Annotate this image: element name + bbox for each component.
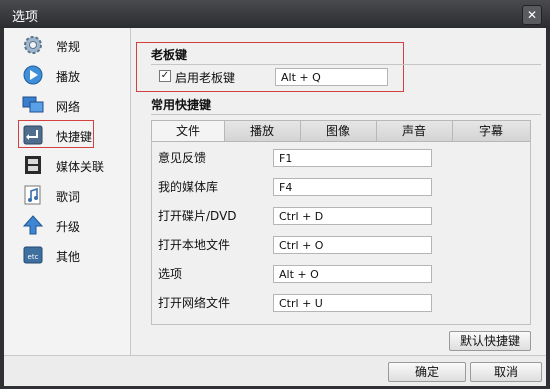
tab-sound[interactable]: 声音 [376, 121, 453, 141]
boss-key-checkbox-label: 启用老板键 [175, 71, 236, 85]
shortcut-field[interactable]: Ctrl + D [273, 207, 432, 225]
cancel-button[interactable]: 取消 [470, 362, 542, 382]
title-bar[interactable]: 选项 ✕ [0, 0, 550, 28]
sidebar-item-playback[interactable]: 播放 [20, 64, 124, 88]
options-window: 选项 ✕ 常规 播放 网络 快捷键 媒体关联 歌词 升级 etc 其他 老板键 … [0, 0, 550, 389]
network-icon [22, 96, 44, 113]
shortcut-field[interactable]: F4 [273, 178, 432, 196]
sidebar-item-lyrics[interactable]: 歌词 [20, 184, 124, 208]
shortcut-label: 打开碟片/DVD [158, 209, 237, 223]
shortcut-field[interactable]: Ctrl + U [273, 294, 432, 312]
sidebar-item-media-association[interactable]: 媒体关联 [20, 154, 124, 178]
sidebar-item-label: 网络 [56, 100, 81, 114]
shortcut-field[interactable]: Alt + O [273, 265, 432, 283]
gear-icon [24, 36, 42, 54]
shortcut-label: 打开本地文件 [158, 238, 231, 252]
boss-key-section-title: 老板键 [151, 48, 188, 62]
play-icon [23, 65, 43, 85]
file-shortcuts-panel: 意见反馈 F1 我的媒体库 F4 打开碟片/DVD Ctrl + D 打开本地文… [151, 141, 531, 325]
shortcut-label: 打开网络文件 [158, 296, 231, 310]
sidebar-item-label: 媒体关联 [56, 160, 105, 174]
dialog-body: 常规 播放 网络 快捷键 媒体关联 歌词 升级 etc 其他 老板键 ✓ 启用老… [4, 28, 546, 386]
boss-key-checkbox[interactable]: ✓ [159, 70, 171, 82]
default-shortcuts-button[interactable]: 默认快捷键 [449, 331, 531, 351]
ok-button[interactable]: 确定 [388, 362, 466, 382]
sidebar-item-label: 播放 [56, 70, 81, 84]
sidebar-item-upgrade[interactable]: 升级 [20, 214, 124, 238]
shortcut-settings-panel: 老板键 ✓ 启用老板键 Alt + Q 常用快捷键 文件 播放 图像 声音 字幕… [131, 28, 546, 355]
sidebar-item-label: 其他 [56, 250, 81, 264]
shortcut-label: 意见反馈 [158, 151, 207, 165]
shortcut-field[interactable]: Ctrl + O [273, 236, 432, 254]
lyrics-icon [24, 185, 41, 205]
tab-subtitle[interactable]: 字幕 [452, 121, 530, 141]
film-icon [25, 156, 41, 174]
sidebar-item-network[interactable]: 网络 [20, 94, 124, 118]
divider [151, 64, 541, 65]
shortcut-field[interactable]: F1 [273, 149, 432, 167]
sidebar-item-label: 升级 [56, 220, 81, 234]
check-icon: ✓ [160, 70, 170, 81]
sidebar-item-general[interactable]: 常规 [20, 34, 124, 58]
upgrade-arrow-icon [22, 215, 44, 235]
tab-image[interactable]: 图像 [300, 121, 377, 141]
shortcut-tabs: 文件 播放 图像 声音 字幕 [151, 120, 531, 142]
sidebar: 常规 播放 网络 快捷键 媒体关联 歌词 升级 etc 其他 [4, 28, 131, 355]
shortcut-label: 我的媒体库 [158, 180, 219, 194]
divider [151, 114, 541, 115]
boss-key-field[interactable]: Alt + Q [275, 68, 388, 86]
shortcut-label: 选项 [158, 267, 183, 281]
window-title: 选项 [12, 10, 39, 25]
active-item-highlight [18, 120, 94, 148]
svg-text:etc: etc [28, 253, 39, 261]
dialog-footer: 确定 取消 [4, 355, 546, 386]
close-button[interactable]: ✕ [522, 5, 542, 25]
common-shortcuts-section-title: 常用快捷键 [151, 98, 212, 112]
sidebar-item-label: 常规 [56, 40, 81, 54]
tab-playback[interactable]: 播放 [224, 121, 301, 141]
etc-icon: etc [23, 246, 43, 264]
tab-file[interactable]: 文件 [152, 121, 225, 141]
sidebar-item-label: 歌词 [56, 190, 81, 204]
close-icon: ✕ [526, 8, 538, 22]
sidebar-item-other[interactable]: etc 其他 [20, 244, 124, 268]
